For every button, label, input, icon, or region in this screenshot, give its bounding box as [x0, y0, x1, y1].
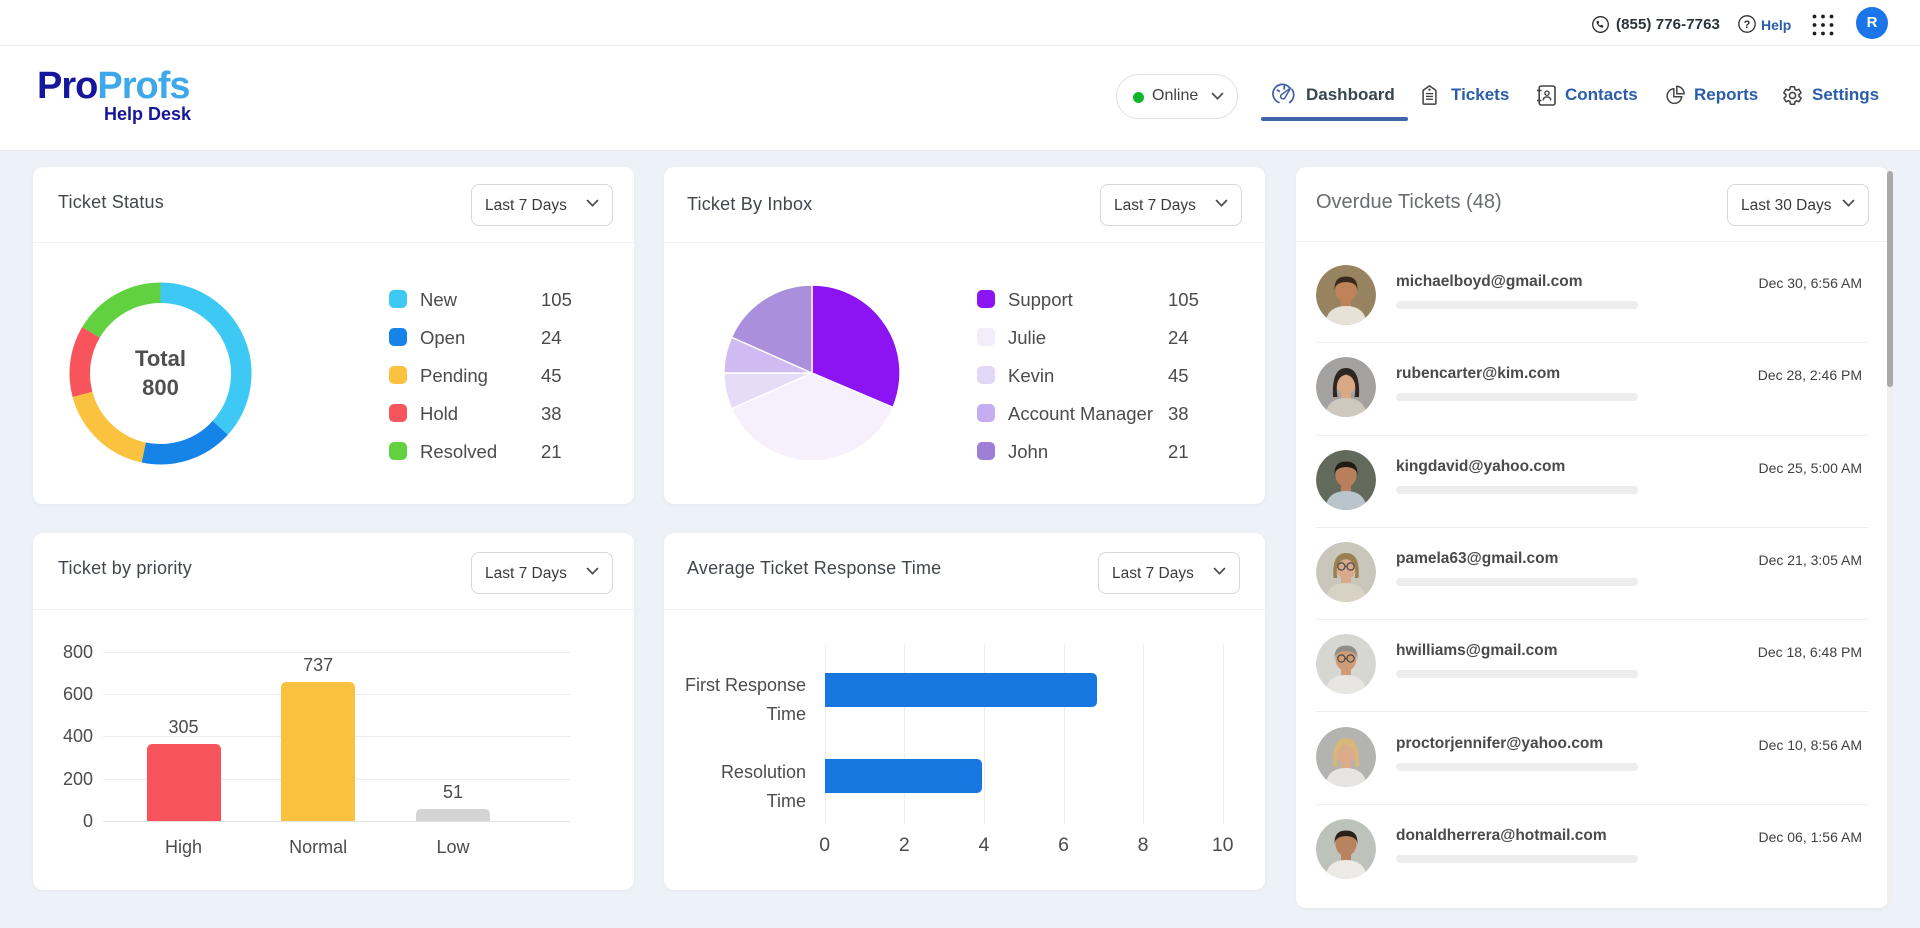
- svg-text:?: ?: [1744, 19, 1751, 31]
- svg-text:Total: Total: [135, 346, 186, 371]
- svg-text:800: 800: [142, 375, 179, 400]
